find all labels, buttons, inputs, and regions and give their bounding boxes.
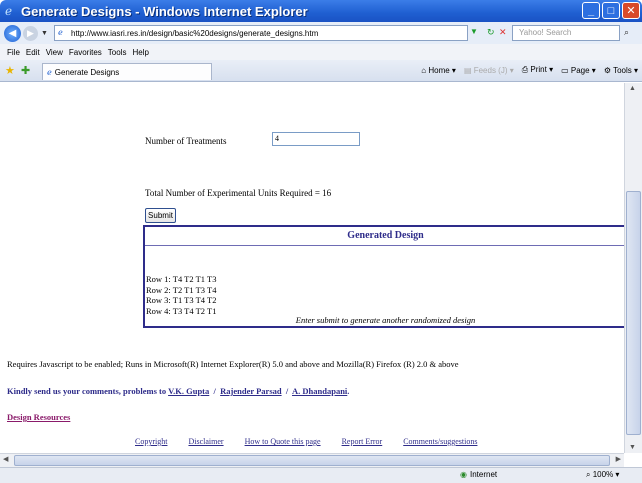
menu-help[interactable]: Help <box>132 48 148 57</box>
menu-file[interactable]: File <box>7 48 20 57</box>
scroll-down-icon[interactable]: ▼ <box>629 444 636 451</box>
ie-icon: ℯ <box>5 4 13 18</box>
security-zone[interactable]: ◉ Internet <box>460 470 497 479</box>
address-url: http://www.iasri.res.in/design/basic%20d… <box>71 28 319 38</box>
treatments-input[interactable]: 4 <box>272 132 360 146</box>
contact-link-parsad[interactable]: Rajender Parsad <box>220 386 281 396</box>
menu-favorites[interactable]: Favorites <box>69 48 102 57</box>
contact-link-dhandapani[interactable]: A. Dhandapani <box>292 386 347 396</box>
zoom-icon: ⌕ <box>586 470 591 479</box>
page-button[interactable]: ▭ Page ▾ <box>561 66 596 75</box>
footer-link-disclaimer[interactable]: Disclaimer <box>188 437 223 446</box>
design-note: Enter submit to generate another randomi… <box>295 315 476 325</box>
generated-design-heading: Generated Design <box>145 227 624 246</box>
search-input[interactable]: Yahoo! Search <box>512 25 620 41</box>
home-button[interactable]: ⌂ Home ▾ <box>421 66 456 75</box>
treatments-label: Number of Treatments <box>145 136 227 146</box>
scroll-up-icon[interactable]: ▲ <box>629 85 636 92</box>
page-content: Number of Treatments 4 Total Number of E… <box>0 83 624 453</box>
horizontal-scrollbar[interactable]: ◀ ▶ <box>0 453 624 467</box>
close-button[interactable]: ✕ <box>622 2 640 19</box>
tab-bar: ★ ✚ ℯ Generate Designs ⌂ Home ▾ ▤ Feeds … <box>0 60 642 82</box>
vertical-scroll-thumb[interactable] <box>626 191 641 435</box>
footer-link-quote[interactable]: How to Quote this page <box>245 437 321 446</box>
favorites-star-icon[interactable]: ★ <box>5 64 15 77</box>
generated-design-panel: Generated Design Row 1: T4 T2 T1 T3 Row … <box>143 225 624 328</box>
zoom-level: 100% <box>592 470 614 479</box>
menu-view[interactable]: View <box>46 48 63 57</box>
tab-generate-designs[interactable]: ℯ Generate Designs <box>42 63 212 80</box>
comments-line: Kindly send us your comments, problems t… <box>7 386 350 396</box>
window-title: Generate Designs - Windows Internet Expl… <box>21 3 308 19</box>
feeds-button[interactable]: ▤ Feeds (J) ▾ <box>464 66 514 75</box>
footer-link-report-error[interactable]: Report Error <box>342 437 383 446</box>
footer-links: Copyright Disclaimer How to Quote this p… <box>135 437 477 446</box>
comments-prefix: Kindly send us your comments, problems t… <box>7 386 167 396</box>
footer-link-comments[interactable]: Comments/suggestions <box>403 437 477 446</box>
back-button[interactable]: ◀ <box>4 24 21 42</box>
title-bar: ℯ Generate Designs - Windows Internet Ex… <box>0 0 642 22</box>
maximize-button[interactable]: □ <box>602 2 620 19</box>
design-row: Row 1: T4 T2 T1 T3 <box>146 274 217 284</box>
search-icon[interactable]: ⌕ <box>624 27 629 38</box>
address-dropdown-icon[interactable]: ▼ <box>470 27 478 36</box>
zoom-control[interactable]: ⌕ 100% ▾ <box>586 470 619 480</box>
tools-button[interactable]: ⚙ Tools ▾ <box>604 66 638 75</box>
page-icon: ℯ <box>58 28 63 37</box>
minimize-button[interactable]: _ <box>582 2 600 19</box>
vertical-scrollbar[interactable]: ▲ ▼ <box>624 83 642 453</box>
scroll-left-icon[interactable]: ◀ <box>3 455 8 463</box>
menu-tools[interactable]: Tools <box>108 48 127 57</box>
command-bar: ⌂ Home ▾ ▤ Feeds (J) ▾ ⎙ Print ▾ ▭ Page … <box>421 65 638 75</box>
horizontal-scroll-thumb[interactable] <box>14 455 610 466</box>
scroll-right-icon[interactable]: ▶ <box>616 455 621 463</box>
zone-label: Internet <box>469 470 498 479</box>
address-row: ◀ ▶ ▼ ℯ http://www.iasri.res.in/design/b… <box>0 22 642 44</box>
requirements-text: Requires Javascript to be enabled; Runs … <box>7 359 459 369</box>
stop-icon[interactable]: ✕ <box>499 27 507 38</box>
address-input[interactable]: ℯ http://www.iasri.res.in/design/basic%2… <box>54 25 468 41</box>
globe-icon: ◉ <box>460 470 467 479</box>
menu-edit[interactable]: Edit <box>26 48 40 57</box>
design-row: Row 3: T1 T3 T4 T2 <box>146 295 217 305</box>
footer-link-copyright[interactable]: Copyright <box>135 437 167 446</box>
menu-bar: File Edit View Favorites Tools Help <box>0 44 642 60</box>
recent-pages-dropdown[interactable]: ▼ <box>41 30 48 37</box>
design-row: Row 2: T2 T1 T3 T4 <box>146 284 217 295</box>
total-units-text: Total Number of Experimental Units Requi… <box>145 188 332 198</box>
design-rows: Row 1: T4 T2 T1 T3 Row 2: T2 T1 T3 T4 Ro… <box>146 274 216 316</box>
window-controls: _ □ ✕ <box>582 2 640 19</box>
contact-link-gupta[interactable]: V.K. Gupta <box>168 386 209 396</box>
status-bar: ◉ Internet ⌕ 100% ▾ <box>0 467 642 483</box>
submit-button[interactable]: Submit <box>145 208 176 223</box>
refresh-icon[interactable]: ↻ <box>487 27 495 38</box>
add-favorites-icon[interactable]: ✚ <box>21 64 30 77</box>
forward-button[interactable]: ▶ <box>23 25 38 41</box>
design-resources-link[interactable]: Design Resources <box>7 412 70 422</box>
tab-label: Generate Designs <box>54 67 120 77</box>
print-button[interactable]: ⎙ Print ▾ <box>522 65 553 75</box>
tab-page-icon: ℯ <box>47 67 52 77</box>
